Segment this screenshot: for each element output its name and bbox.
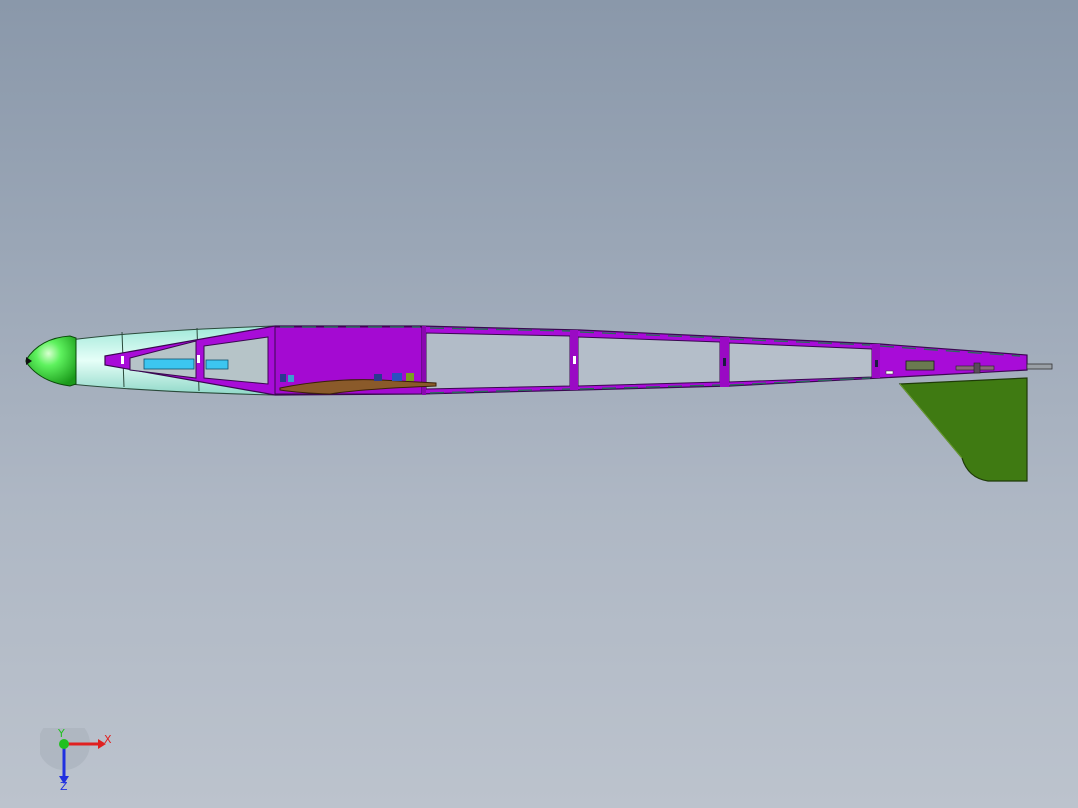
tail-servo [905, 360, 935, 371]
rear-bay-cutout[interactable] [577, 336, 721, 387]
servo-slot [723, 358, 726, 366]
axis-triad[interactable]: X Y Z [40, 728, 120, 792]
rear-bay-cutout[interactable] [425, 332, 571, 390]
x-axis-label: X [104, 733, 112, 746]
graphics-viewport[interactable]: X Y Z [0, 0, 1078, 808]
z-axis-label: Z [60, 780, 68, 792]
cabin-component [280, 374, 286, 382]
battery-block [143, 358, 195, 370]
cabin-component [392, 373, 402, 381]
tail-fitting [973, 362, 981, 374]
servo-slot [197, 355, 200, 363]
y-axis-label: Y [57, 728, 65, 740]
nose-cone[interactable] [25, 335, 77, 387]
servo-slot [573, 356, 576, 364]
model-canvas[interactable] [0, 0, 1078, 808]
receiver-block [205, 359, 229, 370]
cabin-component [288, 375, 294, 382]
vertical-fin[interactable] [898, 377, 1028, 482]
rear-bay-cutout[interactable] [728, 342, 873, 383]
tail-slot [885, 370, 894, 375]
servo-slot [875, 360, 878, 367]
cabin-component [374, 374, 382, 381]
tail-pushrod [1026, 363, 1053, 370]
cabin-component [406, 373, 414, 381]
y-axis-dot [59, 739, 69, 749]
servo-slot [121, 356, 124, 364]
